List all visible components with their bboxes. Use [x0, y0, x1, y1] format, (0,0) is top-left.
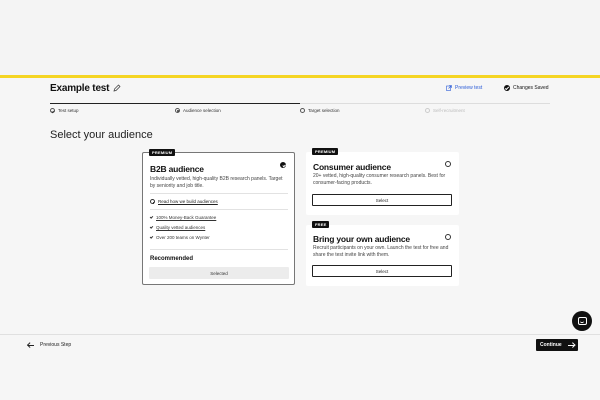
card-divider	[150, 209, 288, 210]
step-label: Self-recruitment	[433, 108, 465, 113]
arrow-right-icon	[568, 343, 574, 347]
feature-label: Over 200 teams on Wynter	[156, 235, 210, 240]
card-divider	[150, 249, 288, 250]
checkmark-icon	[149, 235, 154, 239]
select-consumer-button[interactable]: Select	[312, 194, 452, 206]
learn-link[interactable]: Read how we build audiences	[150, 199, 218, 204]
feature-label[interactable]: Quality vetted audiences	[156, 225, 205, 230]
step-label: Audience selection	[183, 108, 221, 113]
page-header: Example test Preview test Changes Saved	[50, 83, 550, 97]
feature-label[interactable]: 100% Money-Back Guarantee	[156, 215, 216, 220]
byo-audience-card[interactable]: FREE Bring your own audience Recruit par…	[306, 221, 459, 286]
b2b-audience-card[interactable]: PREMIUM B2B audience Individually vetted…	[142, 149, 295, 285]
recommended-label: Recommended	[150, 256, 194, 262]
step-audience-selection[interactable]: Audience selection	[175, 108, 221, 113]
b2b-radio[interactable]	[280, 162, 286, 168]
preview-test-label: Preview test	[455, 85, 483, 91]
select-byo-button[interactable]: Select	[312, 265, 452, 277]
section-heading: Select your audience	[50, 129, 153, 141]
card-title: B2B audience	[150, 164, 204, 174]
feature-item: 100% Money-Back Guarantee	[149, 215, 216, 220]
byo-radio[interactable]	[445, 234, 451, 240]
feature-item: Quality vetted audiences	[149, 225, 216, 230]
step-self-recruitment: Self-recruitment	[425, 108, 465, 113]
card-description: 20+ vetted, high-quality consumer resear…	[313, 173, 446, 186]
step-empty-icon	[300, 108, 305, 113]
previous-step-label: Previous Step	[40, 342, 72, 348]
step-disabled-icon	[425, 108, 430, 113]
premium-badge: PREMIUM	[149, 149, 176, 156]
free-badge: FREE	[312, 221, 330, 228]
chat-icon	[577, 316, 587, 325]
checkmark-icon	[149, 215, 154, 219]
step-current-icon	[175, 108, 180, 113]
step-check-icon	[50, 108, 55, 113]
feature-item: Over 200 teams on Wynter	[149, 235, 216, 240]
preview-test-link[interactable]: Preview test	[446, 85, 482, 91]
save-status-label: Changes Saved	[513, 85, 549, 91]
step-test-setup[interactable]: Test setup	[50, 108, 79, 113]
pencil-icon[interactable]	[113, 84, 121, 92]
learn-link-label: Read how we build audiences	[158, 199, 218, 204]
app-surface	[0, 78, 600, 400]
consumer-radio[interactable]	[445, 161, 451, 167]
selected-button[interactable]: Selected	[149, 267, 289, 279]
chat-launcher[interactable]	[572, 311, 592, 331]
progress-stepper: Test setup Audience selection Target sel…	[50, 103, 550, 113]
checkmark-icon	[149, 225, 154, 229]
top-blank-area	[0, 0, 600, 76]
card-description: Individually vetted, high-quality B2B re…	[150, 176, 283, 189]
feature-list: 100% Money-Back Guarantee Quality vetted…	[149, 215, 216, 245]
stepper-track-progress	[50, 103, 300, 104]
step-label: Test setup	[58, 108, 79, 113]
card-title: Consumer audience	[313, 162, 391, 172]
premium-badge: PREMIUM	[312, 148, 339, 155]
check-circle-icon	[504, 85, 510, 91]
card-title: Bring your own audience	[313, 234, 410, 244]
continue-button[interactable]: Continue	[536, 339, 578, 351]
step-target-selection[interactable]: Target selection	[300, 108, 340, 113]
card-divider	[150, 193, 288, 194]
save-status: Changes Saved	[504, 85, 549, 91]
previous-step-button[interactable]: Previous Step	[28, 342, 71, 348]
external-link-icon	[446, 85, 452, 91]
page-title: Example test	[50, 83, 110, 94]
arrow-left-icon	[28, 343, 34, 347]
step-label: Target selection	[308, 108, 340, 113]
info-icon	[150, 199, 155, 204]
continue-label: Continue	[540, 342, 562, 348]
consumer-audience-card[interactable]: PREMIUM Consumer audience 20+ vetted, hi…	[306, 148, 459, 215]
card-description: Recruit participants on your own. Launch…	[313, 245, 449, 258]
footer-divider	[0, 334, 600, 335]
